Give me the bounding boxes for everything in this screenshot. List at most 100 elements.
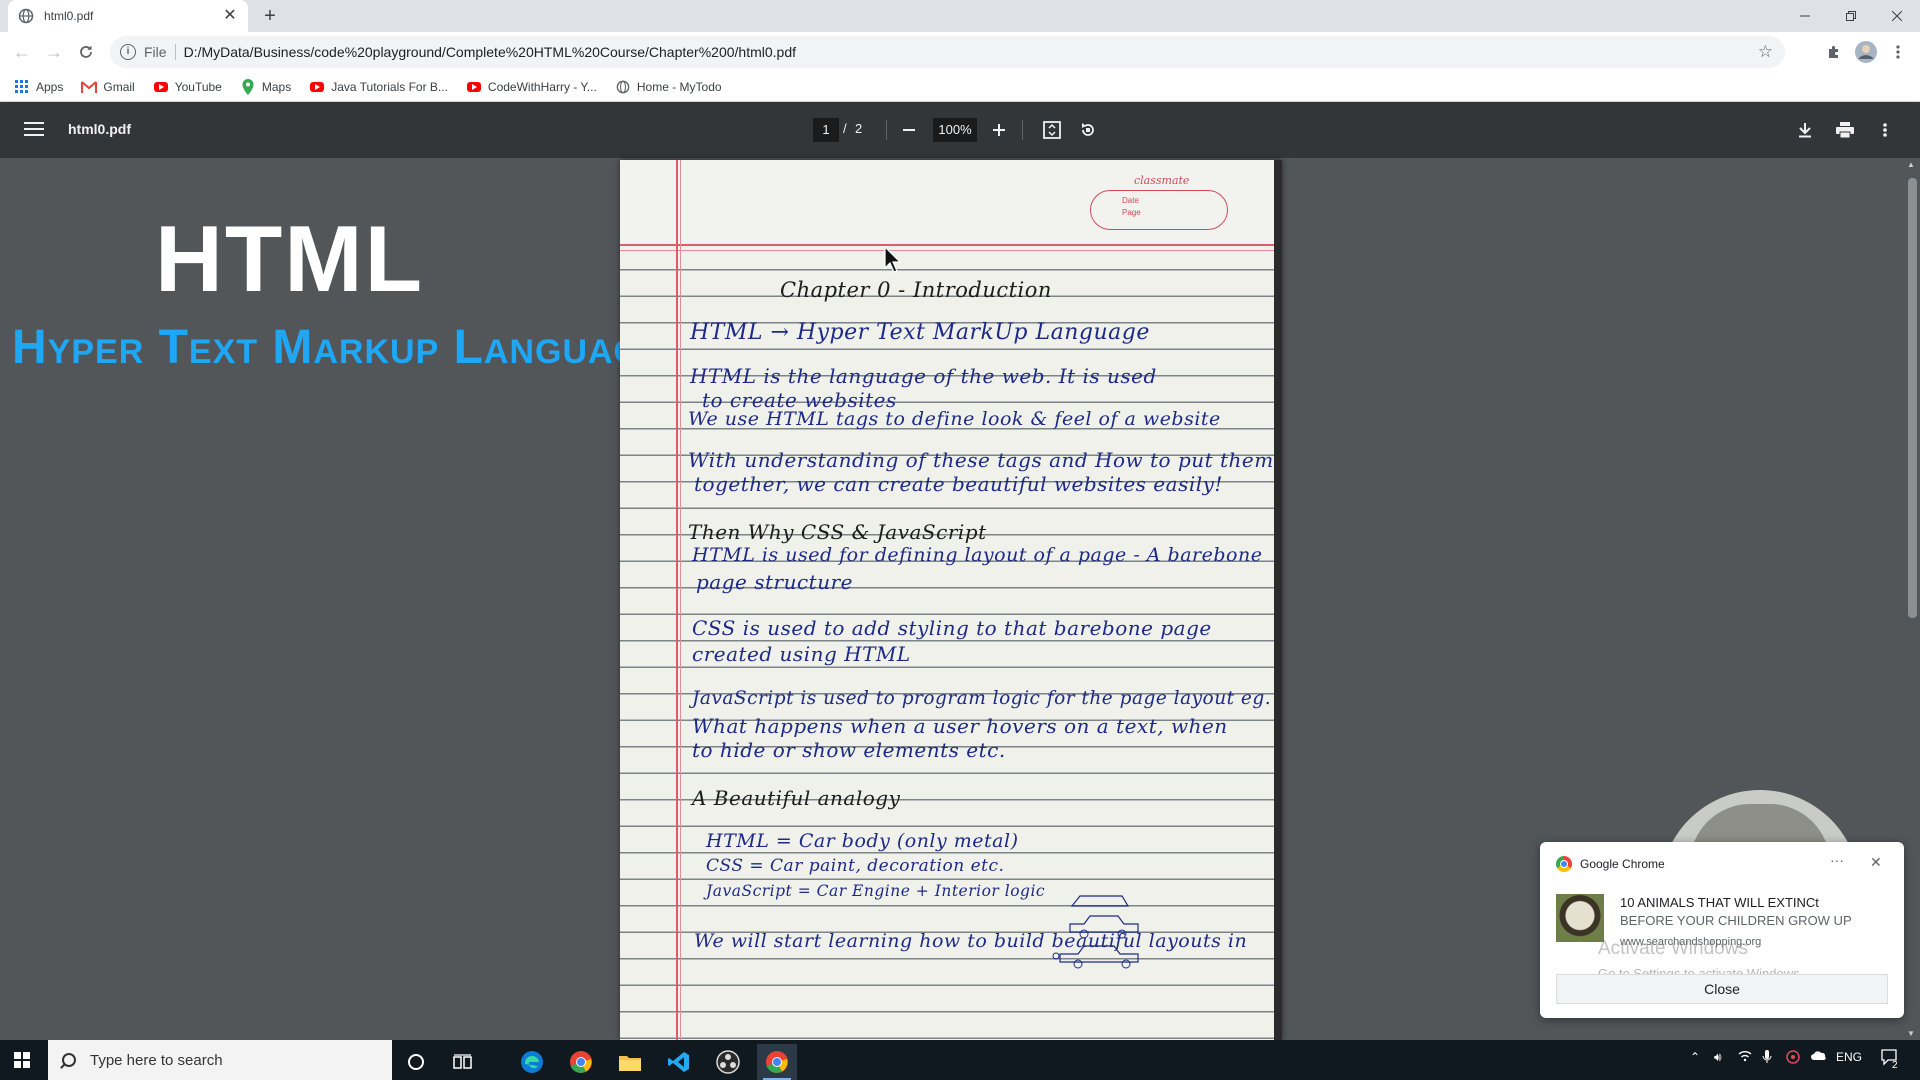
zoom-level-input[interactable]: 100%	[933, 118, 977, 142]
chrome-menu-icon[interactable]	[1886, 40, 1910, 64]
address-bar[interactable]: i File D:/MyData/Business/code%20playgro…	[110, 36, 1785, 68]
back-arrow-icon[interactable]: ←	[10, 40, 34, 64]
bookmark-codewithharry[interactable]: CodeWithHarry - Y...	[466, 79, 597, 95]
maps-icon	[240, 78, 256, 95]
note-line: HTML is the language of the web. It is u…	[690, 364, 1157, 388]
bookmark-gmail[interactable]: Gmail	[81, 79, 135, 95]
chrome-notification[interactable]: Google Chrome ··· ✕ 10 ANIMALS THAT WILL…	[1540, 842, 1904, 1018]
taskbar-search-box[interactable]: Type here to search	[48, 1040, 392, 1080]
zoom-out-icon[interactable]	[897, 118, 921, 142]
youtube-icon	[466, 79, 482, 95]
restore-button[interactable]	[1828, 0, 1874, 32]
bookmark-label: Gmail	[103, 79, 135, 94]
car-sketch-icon	[1052, 895, 1139, 969]
stamp-brand: classmate	[1134, 174, 1190, 187]
print-icon[interactable]	[1833, 118, 1857, 142]
language-indicator[interactable]: ENG	[1836, 1050, 1862, 1064]
notification-more-icon[interactable]: ···	[1830, 852, 1844, 868]
reload-icon[interactable]	[74, 40, 98, 64]
vertical-scrollbar[interactable]: ▲ ▼	[1905, 158, 1920, 1040]
windows-taskbar: Type here to search ⌃ 🔊︎ ENG 2	[0, 1040, 1920, 1080]
more-options-icon[interactable]	[1873, 118, 1897, 142]
microphone-icon[interactable]	[1762, 1050, 1772, 1067]
bookmark-mytodo[interactable]: Home - MyTodo	[615, 79, 722, 95]
windows-start-icon[interactable]	[14, 1052, 30, 1068]
toolbar-divider	[886, 120, 887, 140]
tray-chevron-up-icon[interactable]: ⌃	[1690, 1050, 1700, 1064]
note-line: CSS is used to add styling to that bareb…	[692, 616, 1212, 640]
page-margin-line-secondary	[680, 160, 681, 1040]
forward-arrow-icon[interactable]: →	[42, 40, 66, 64]
obs-studio-icon[interactable]	[708, 1044, 748, 1080]
close-window-button[interactable]	[1874, 0, 1920, 32]
mouse-cursor-icon	[884, 246, 902, 273]
edge-browser-icon[interactable]	[512, 1044, 552, 1080]
overlay-title: HTML	[155, 206, 425, 311]
wifi-icon[interactable]	[1738, 1050, 1752, 1065]
note-line: We use HTML tags to define look & feel o…	[688, 408, 1221, 430]
pdf-toolbar: html0.pdf 1 / 2 100%	[0, 102, 1920, 158]
bookmark-youtube[interactable]: YouTube	[153, 79, 222, 95]
obs-tray-icon[interactable]	[1786, 1050, 1800, 1067]
cortana-icon[interactable]	[396, 1044, 436, 1080]
new-tab-button[interactable]: +	[258, 4, 282, 28]
page-top-rule-secondary	[620, 250, 1282, 251]
note-line: created using HTML	[692, 642, 911, 666]
note-heading: Chapter 0 - Introduction	[780, 278, 1052, 302]
globe-icon	[18, 8, 34, 24]
classmate-stamp: classmate Date Page	[1090, 174, 1230, 232]
note-line: What happens when a user hovers on a tex…	[692, 714, 1228, 738]
file-explorer-icon[interactable]	[610, 1044, 650, 1080]
search-icon	[62, 1053, 76, 1067]
pdf-file-name: html0.pdf	[68, 121, 131, 137]
notification-close-button[interactable]: Close	[1556, 974, 1888, 1004]
url-text[interactable]: D:/MyData/Business/code%20playground/Com…	[184, 44, 796, 60]
stamp-date-label: Date	[1122, 196, 1139, 205]
hamburger-menu-icon[interactable]	[22, 118, 46, 142]
bookmark-star-icon[interactable]: ☆	[1758, 42, 1773, 62]
page-edge-shadow	[1274, 160, 1282, 1040]
youtube-icon	[309, 79, 325, 95]
tab-html0-pdf[interactable]: html0.pdf ✕	[8, 0, 248, 32]
apps-grid-icon	[14, 79, 30, 95]
tab-strip: html0.pdf ✕ +	[0, 0, 1920, 32]
bookmark-java-tutorials[interactable]: Java Tutorials For B...	[309, 79, 448, 95]
fit-to-page-icon[interactable]	[1040, 118, 1064, 142]
note-line: together, we can create beautiful websit…	[694, 472, 1223, 496]
rotate-icon[interactable]	[1076, 118, 1100, 142]
search-placeholder: Type here to search	[90, 1051, 223, 1069]
profile-avatar[interactable]	[1854, 40, 1878, 64]
tab-close-icon[interactable]: ✕	[222, 8, 238, 24]
page-number-input[interactable]: 1	[813, 118, 839, 142]
scrollbar-thumb[interactable]	[1908, 178, 1917, 618]
vscode-icon[interactable]	[659, 1044, 699, 1080]
pdf-page: classmate Date Page Chapter 0 - Introduc…	[620, 160, 1282, 1040]
bookmark-apps[interactable]: Apps	[14, 79, 63, 95]
note-line: We will start learning how to build beau…	[694, 930, 1248, 952]
minimize-button[interactable]	[1782, 0, 1828, 32]
stamp-box	[1090, 190, 1228, 230]
scroll-down-arrow-icon[interactable]: ▼	[1907, 1029, 1915, 1038]
note-line: JavaScript is used to program logic for …	[692, 688, 1272, 709]
chrome-active-window-icon[interactable]	[757, 1044, 797, 1080]
bookmark-label: CodeWithHarry - Y...	[487, 79, 597, 94]
chrome-icon[interactable]	[561, 1044, 601, 1080]
bookmark-label: YouTube	[174, 79, 222, 94]
extensions-puzzle-icon[interactable]	[1822, 40, 1846, 64]
note-line: JavaScript = Car Engine + Interior logic	[706, 882, 1046, 900]
note-line: With understanding of these tags and How…	[688, 448, 1274, 472]
page-total: 2	[855, 121, 863, 136]
notification-close-icon[interactable]: ✕	[1870, 854, 1882, 871]
scroll-up-arrow-icon[interactable]: ▲	[1907, 160, 1915, 169]
bookmark-label: Maps	[261, 79, 292, 94]
download-icon[interactable]	[1793, 118, 1817, 142]
info-icon[interactable]: i	[120, 44, 136, 60]
page-separator: /	[843, 121, 847, 136]
volume-icon[interactable]: 🔊︎	[1714, 1050, 1722, 1065]
gmail-icon	[81, 79, 98, 95]
zoom-in-icon[interactable]	[987, 118, 1011, 142]
onedrive-cloud-icon[interactable]	[1810, 1050, 1826, 1064]
task-view-icon[interactable]	[443, 1044, 483, 1080]
browser-toolbar: ← → i File D:/MyData/Business/code%20pla…	[0, 32, 1920, 72]
bookmark-maps[interactable]: Maps	[240, 78, 292, 95]
